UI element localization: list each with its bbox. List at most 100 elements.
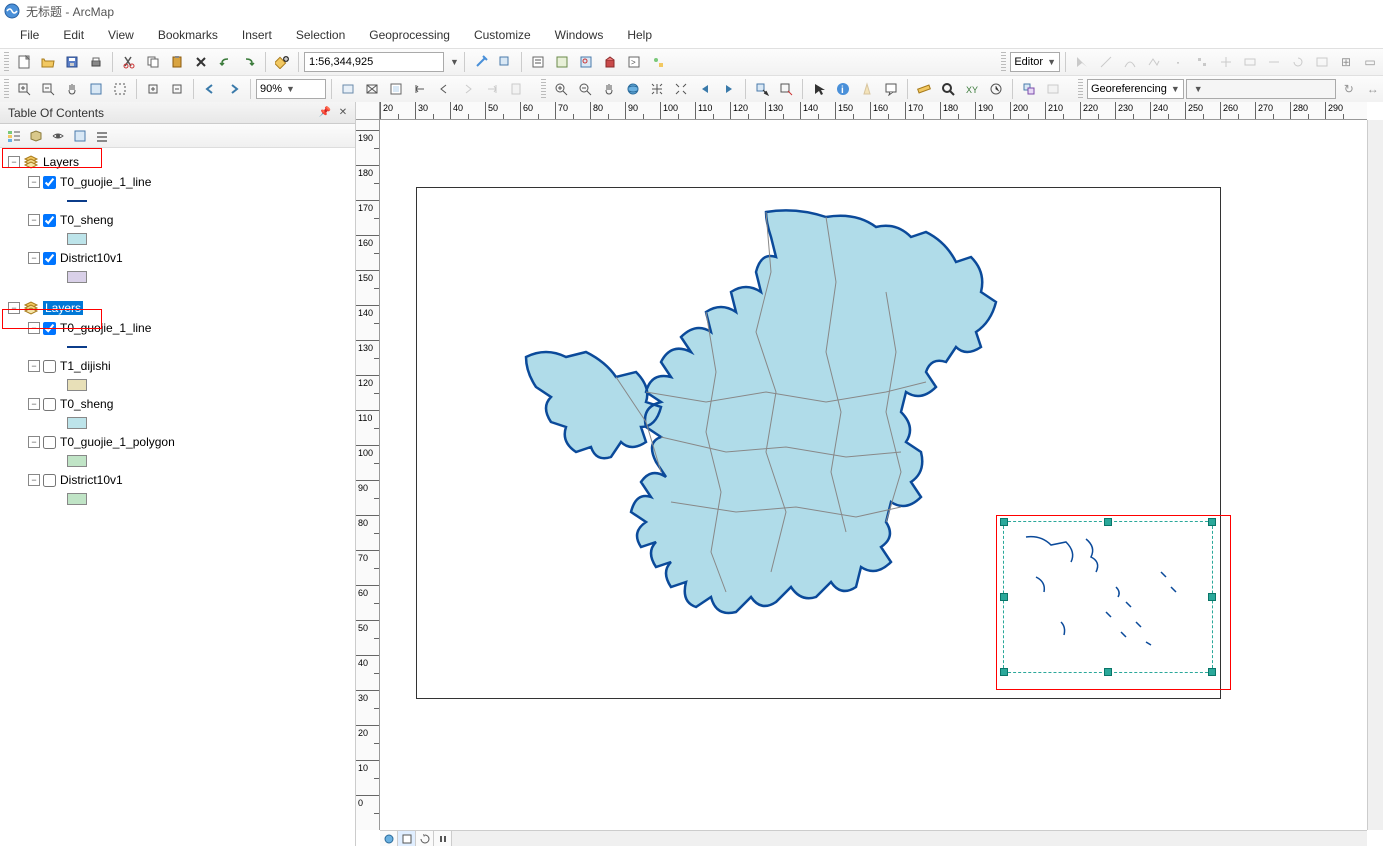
- layer-swatch-row[interactable]: [0, 338, 355, 356]
- dataframe-row[interactable]: −Layers: [0, 298, 355, 318]
- layer-swatch[interactable]: [67, 493, 87, 505]
- collapse-icon[interactable]: −: [28, 322, 40, 334]
- redo-button[interactable]: [238, 51, 260, 73]
- cut-button[interactable]: [118, 51, 140, 73]
- vertical-scrollbar[interactable]: [1367, 120, 1383, 830]
- editor-toolbar-button[interactable]: [470, 51, 492, 73]
- model-button[interactable]: [647, 51, 669, 73]
- collapse-icon[interactable]: −: [28, 436, 40, 448]
- horizontal-scrollbar[interactable]: [380, 830, 1367, 846]
- layer-swatch-row[interactable]: [0, 230, 355, 248]
- layer-checkbox[interactable]: [43, 322, 56, 335]
- data-view-button[interactable]: [380, 831, 398, 846]
- go-forward-button[interactable]: [718, 78, 740, 100]
- menu-help[interactable]: Help: [617, 24, 662, 46]
- dataframe-row[interactable]: −Layers: [0, 152, 355, 172]
- layer-label[interactable]: T1_dijishi: [60, 359, 111, 373]
- layer-label[interactable]: District10v1: [60, 473, 123, 487]
- zoom-in-button[interactable]: [550, 78, 572, 100]
- find-tool-button[interactable]: [937, 78, 959, 100]
- toc-list-by-visibility-icon[interactable]: [48, 126, 68, 146]
- menu-geoprocessing[interactable]: Geoprocessing: [359, 24, 460, 46]
- toc-close-icon[interactable]: ✕: [335, 105, 351, 121]
- collapse-icon[interactable]: −: [28, 474, 40, 486]
- new-button[interactable]: [13, 51, 35, 73]
- data-driven-prev[interactable]: [433, 78, 455, 100]
- zoom-percent-dropdown[interactable]: 90%▼: [256, 79, 326, 99]
- menu-bookmarks[interactable]: Bookmarks: [148, 24, 228, 46]
- findxy-button[interactable]: XY: [961, 78, 983, 100]
- layer-row[interactable]: −T0_guojie_1_polygon: [0, 432, 355, 452]
- clear-selection-button[interactable]: [775, 78, 797, 100]
- full-extent-button[interactable]: [622, 78, 644, 100]
- layer-row[interactable]: −T0_sheng: [0, 210, 355, 230]
- layer-checkbox[interactable]: [43, 360, 56, 373]
- menu-view[interactable]: View: [98, 24, 144, 46]
- collapse-icon[interactable]: −: [8, 302, 20, 314]
- toc-list-by-source-icon[interactable]: [26, 126, 46, 146]
- fixed-zoom-in-button[interactable]: [646, 78, 668, 100]
- change-layout-button[interactable]: [385, 78, 407, 100]
- toc-button[interactable]: [527, 51, 549, 73]
- layer-swatch[interactable]: [67, 200, 87, 202]
- select-features-button[interactable]: [751, 78, 773, 100]
- toc-list-by-drawing-icon[interactable]: [4, 126, 24, 146]
- collapse-icon[interactable]: −: [28, 252, 40, 264]
- layer-row[interactable]: − T0_guojie_1_line: [0, 172, 355, 192]
- layer-swatch[interactable]: [67, 346, 87, 348]
- layout-pan-button[interactable]: [61, 78, 83, 100]
- toggle-draft-button[interactable]: [337, 78, 359, 100]
- delete-button[interactable]: [190, 51, 212, 73]
- search-button[interactable]: [575, 51, 597, 73]
- undo-button[interactable]: [214, 51, 236, 73]
- layer-label[interactable]: T0_guojie_1_line: [60, 321, 151, 335]
- toc-list-by-selection-icon[interactable]: [70, 126, 90, 146]
- menu-insert[interactable]: Insert: [232, 24, 282, 46]
- layout-zoom-whole-button[interactable]: [85, 78, 107, 100]
- menu-customize[interactable]: Customize: [464, 24, 541, 46]
- layer-swatch[interactable]: [67, 379, 87, 391]
- collapse-icon[interactable]: −: [28, 176, 40, 188]
- menu-edit[interactable]: Edit: [53, 24, 94, 46]
- layout-zoom-out-button[interactable]: [37, 78, 59, 100]
- pan-button[interactable]: [598, 78, 620, 100]
- fixed-zoom-out-button[interactable]: [670, 78, 692, 100]
- editor-dropdown[interactable]: Editor▼: [1010, 52, 1060, 72]
- layout-view-button[interactable]: [398, 831, 416, 846]
- layer-row[interactable]: −T1_dijishi: [0, 356, 355, 376]
- html-popup-button[interactable]: [880, 78, 902, 100]
- time-slider-button[interactable]: [985, 78, 1007, 100]
- pause-drawing-button[interactable]: [434, 831, 452, 846]
- select-elements-button[interactable]: [808, 78, 830, 100]
- layout-zoom-100-button[interactable]: [109, 78, 131, 100]
- toc-pin-icon[interactable]: 📌: [317, 105, 333, 121]
- layout-zoom-in-button[interactable]: [13, 78, 35, 100]
- go-back-button[interactable]: [694, 78, 716, 100]
- toc-tree[interactable]: −Layers−T0_guojie_1_line−T0_sheng−Distri…: [0, 148, 355, 846]
- catalog-button[interactable]: [551, 51, 573, 73]
- layer-swatch-row[interactable]: [0, 490, 355, 508]
- print-button[interactable]: [85, 51, 107, 73]
- china-map[interactable]: [486, 192, 1046, 692]
- identify-button[interactable]: i: [832, 78, 854, 100]
- zoom-out-button[interactable]: [574, 78, 596, 100]
- inset-selection-box[interactable]: [1003, 521, 1213, 673]
- layer-row[interactable]: −T0_sheng: [0, 394, 355, 414]
- layer-row[interactable]: − District10v1: [0, 470, 355, 490]
- add-data-button[interactable]: [271, 51, 293, 73]
- toc-options-icon[interactable]: [92, 126, 112, 146]
- layer-label[interactable]: District10v1: [60, 251, 123, 265]
- layout-fixed-zoom-out[interactable]: [166, 78, 188, 100]
- layer-swatch[interactable]: [67, 417, 87, 429]
- layer-label[interactable]: T0_guojie_1_line: [60, 175, 151, 189]
- copy-button[interactable]: [142, 51, 164, 73]
- collapse-icon[interactable]: −: [28, 398, 40, 410]
- layer-checkbox[interactable]: [43, 436, 56, 449]
- layout-fixed-zoom-in[interactable]: [142, 78, 164, 100]
- layer-label[interactable]: T0_sheng: [60, 213, 113, 227]
- dataframe-label[interactable]: Layers: [43, 155, 79, 169]
- measure-button[interactable]: [913, 78, 935, 100]
- layer-checkbox[interactable]: [43, 214, 56, 227]
- layout-prev-extent[interactable]: [199, 78, 221, 100]
- layer-checkbox[interactable]: [43, 398, 56, 411]
